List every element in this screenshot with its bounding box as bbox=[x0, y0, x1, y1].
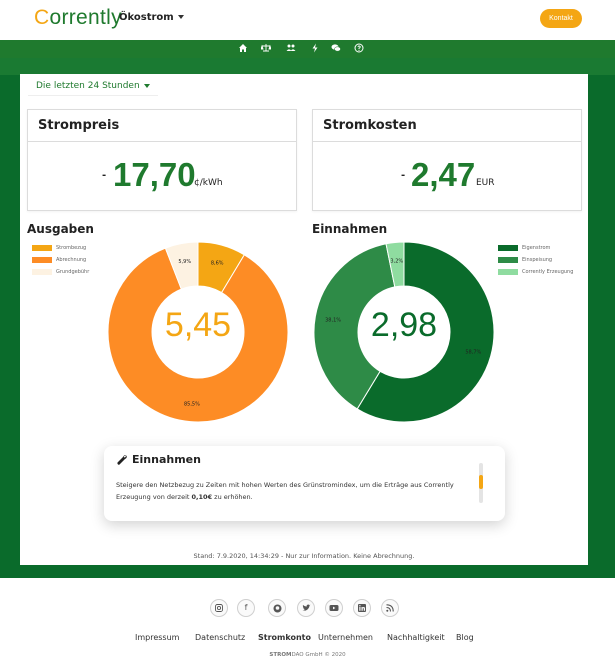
github-icon[interactable] bbox=[268, 599, 286, 617]
pie-data-label: 5,9% bbox=[178, 259, 191, 265]
tip-text: Steigere den Netzbezug zu Zeiten mit hoh… bbox=[116, 481, 454, 501]
nav-bar bbox=[0, 40, 615, 58]
tip-scroll-thumb[interactable] bbox=[479, 475, 483, 489]
footer-link-nachhaltigkeit[interactable]: Nachhaltigkeit bbox=[387, 633, 445, 642]
stromkosten-card: Stromkosten - 2,47 EUR bbox=[312, 109, 582, 211]
trend-indicator: - bbox=[102, 170, 107, 181]
pie-data-label: 8,6% bbox=[211, 261, 224, 267]
stromkosten-value: 2,47 bbox=[411, 156, 476, 193]
balance-scale-icon[interactable] bbox=[260, 43, 272, 55]
footer-link-impressum[interactable]: Impressum bbox=[135, 633, 179, 642]
pie-data-label: 38,1% bbox=[325, 318, 341, 324]
footer-link-datenschutz[interactable]: Datenschutz bbox=[195, 633, 245, 642]
caret-down-icon bbox=[177, 15, 184, 19]
users-icon[interactable] bbox=[285, 43, 297, 55]
footer-link-blog[interactable]: Blog bbox=[456, 633, 474, 642]
legend-label[interactable]: Strombezug bbox=[56, 245, 86, 251]
instagram-icon[interactable] bbox=[210, 599, 228, 617]
caret-down-icon bbox=[143, 83, 150, 88]
strompreis-title: Strompreis bbox=[28, 110, 296, 142]
stromkosten-unit: EUR bbox=[476, 178, 495, 188]
pie-data-label: 58,7% bbox=[465, 349, 481, 355]
linkedin-icon[interactable] bbox=[353, 599, 371, 617]
legend-swatch[interactable] bbox=[32, 257, 52, 263]
footer-link-stromkonto[interactable]: Stromkonto bbox=[258, 633, 311, 642]
legend-swatch[interactable] bbox=[498, 269, 518, 275]
question-circle-icon[interactable] bbox=[353, 43, 365, 55]
strompreis-unit: ¢/kWh bbox=[194, 178, 223, 188]
ausgaben-title: Ausgaben bbox=[27, 222, 94, 236]
pie-data-label: 3,2% bbox=[390, 258, 403, 264]
pie-data-label: 85,5% bbox=[184, 402, 200, 408]
contact-button[interactable]: Kontakt bbox=[540, 9, 582, 28]
legend-label[interactable]: Corrently Erzeugung bbox=[522, 269, 573, 275]
tip-title: Einnahmen bbox=[132, 453, 201, 466]
period-dropdown[interactable]: Die letzten 24 Stunden bbox=[28, 77, 158, 96]
legend-label[interactable]: Einspeisung bbox=[522, 257, 552, 263]
einnahmen-center-value: 2,98 bbox=[370, 306, 438, 344]
bolt-icon[interactable] bbox=[309, 43, 321, 55]
wrench-icon bbox=[116, 454, 128, 469]
strompreis-card: Strompreis - 17,70 ¢/kWh bbox=[27, 109, 297, 211]
legend-label[interactable]: Abrechnung bbox=[56, 257, 86, 263]
comments-icon[interactable] bbox=[330, 43, 342, 55]
brand-dropdown[interactable]: Ökostrom bbox=[119, 12, 184, 23]
legend-swatch[interactable] bbox=[498, 257, 518, 263]
stromkosten-title: Stromkosten bbox=[313, 110, 581, 142]
social-links: f bbox=[0, 599, 615, 619]
home-icon[interactable] bbox=[237, 43, 249, 55]
tip-highlight: 0,10€ bbox=[191, 493, 213, 501]
facebook-icon[interactable]: f bbox=[237, 599, 255, 617]
legend-swatch[interactable] bbox=[498, 245, 518, 251]
einnahmen-title: Einnahmen bbox=[312, 222, 388, 236]
strompreis-value: 17,70 bbox=[113, 156, 196, 193]
frame-edge bbox=[0, 58, 615, 75]
legend-swatch[interactable] bbox=[32, 269, 52, 275]
einnahmen-tip-card: Einnahmen Steigere den Netzbezug zu Zeit… bbox=[104, 446, 505, 521]
trend-indicator: - bbox=[401, 170, 406, 181]
tip-scrollbar[interactable] bbox=[479, 463, 483, 503]
legend-swatch[interactable] bbox=[32, 245, 52, 251]
legend-label[interactable]: Eigenstrom bbox=[522, 245, 550, 251]
rss-icon[interactable] bbox=[381, 599, 399, 617]
top-header: Corrently Ökostrom Kontakt bbox=[0, 0, 615, 40]
copyright: STROMDAO GmbH © 2020 bbox=[269, 652, 346, 658]
legend-label[interactable]: Grundgebühr bbox=[56, 269, 89, 275]
twitter-icon[interactable] bbox=[297, 599, 315, 617]
footer-links: Impressum Datenschutz Stromkonto Unterne… bbox=[0, 633, 615, 645]
youtube-icon[interactable] bbox=[325, 599, 343, 617]
footer-link-unternehmen[interactable]: Unternehmen bbox=[318, 633, 373, 642]
timestamp-note: Stand: 7.9.2020, 14:34:29 - Nur zur Info… bbox=[193, 552, 415, 560]
ausgaben-center-value: 5,45 bbox=[164, 306, 232, 344]
corrently-logo[interactable]: Corrently bbox=[34, 6, 122, 30]
